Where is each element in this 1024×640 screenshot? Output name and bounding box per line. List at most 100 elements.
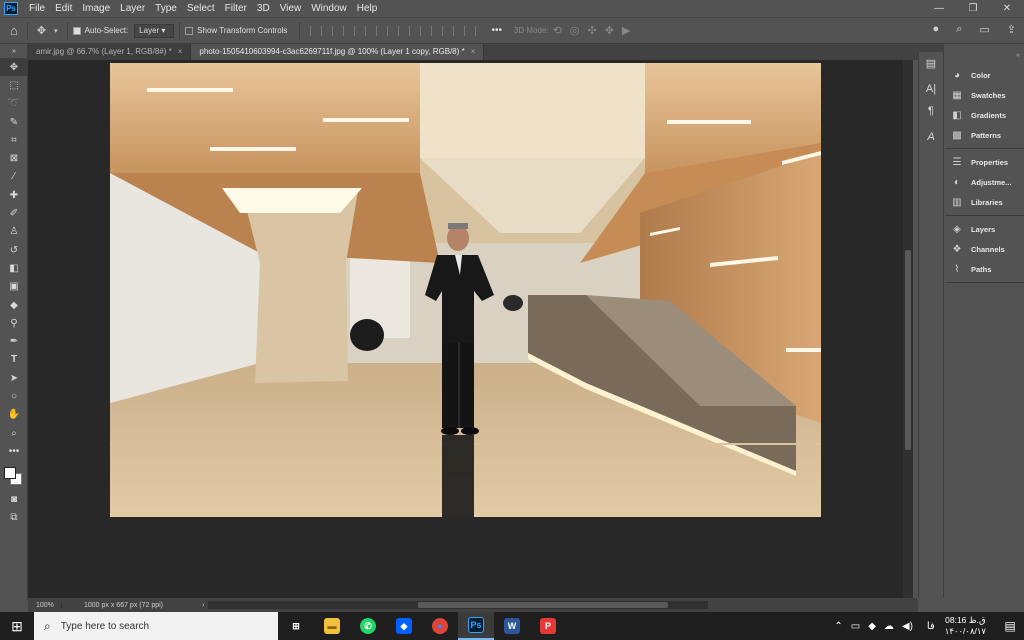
zoom-level[interactable]: 100% bbox=[28, 601, 62, 609]
horizontal-scroll-thumb[interactable] bbox=[418, 602, 668, 608]
foreground-color-swatch[interactable] bbox=[4, 466, 16, 479]
frame-tool-icon[interactable]: ⊠ bbox=[0, 149, 28, 167]
dropbox-tray-icon[interactable]: ◆ bbox=[868, 621, 876, 632]
menu-select[interactable]: Select bbox=[182, 0, 220, 17]
3d-camera-icon[interactable]: ▶ bbox=[622, 24, 630, 37]
pen-tool-icon[interactable]: ✒ bbox=[0, 332, 28, 350]
close-button[interactable]: ✕ bbox=[990, 0, 1024, 17]
volume-icon[interactable]: ◀) bbox=[902, 621, 913, 632]
screen-mode-icon[interactable]: ⧉ bbox=[0, 509, 28, 527]
collapse-panels-icon[interactable]: « bbox=[945, 52, 1024, 62]
3d-slide-icon[interactable]: ✥ bbox=[605, 24, 614, 37]
tab-amir[interactable]: amir.jpg @ 66.7% (Layer 1, RGB/8#) * × bbox=[28, 44, 192, 60]
auto-select-checkbox[interactable] bbox=[72, 26, 81, 35]
3d-orbit-icon[interactable]: ⟲ bbox=[553, 24, 562, 37]
distribute-spacing-icon[interactable] bbox=[464, 25, 477, 36]
distribute-icon[interactable] bbox=[442, 25, 455, 36]
clock[interactable]: 08:16 ق.ظ ۱۴۰۰/۰۸/۱۷ bbox=[945, 615, 986, 637]
quick-select-tool-icon[interactable]: ✎ bbox=[0, 113, 28, 131]
align-center-icon[interactable] bbox=[332, 25, 345, 36]
zoom-tool-icon[interactable]: ⌕ bbox=[0, 424, 28, 442]
restore-button[interactable]: ❐ bbox=[956, 0, 990, 17]
panel-adjustments[interactable]: ◐ Adjustme... bbox=[945, 172, 1024, 192]
clone-stamp-icon[interactable]: ♙ bbox=[0, 223, 28, 241]
menu-3d[interactable]: 3D bbox=[252, 0, 275, 17]
close-icon[interactable]: × bbox=[178, 47, 183, 56]
panel-libraries[interactable]: ▥ Libraries bbox=[945, 192, 1024, 212]
user-icon[interactable]: ● bbox=[933, 23, 940, 36]
marquee-tool-icon[interactable]: ⬚ bbox=[0, 76, 28, 94]
psiphon-icon[interactable]: P bbox=[530, 612, 566, 640]
type-tool-icon[interactable]: T bbox=[0, 351, 28, 369]
notifications-icon[interactable]: ▤ bbox=[996, 619, 1024, 633]
chrome-icon[interactable]: ● bbox=[422, 612, 458, 640]
menu-layer[interactable]: Layer bbox=[115, 0, 150, 17]
collapse-arrows-icon[interactable]: » bbox=[0, 44, 28, 58]
hand-tool-icon[interactable]: ✋ bbox=[0, 406, 28, 424]
eraser-tool-icon[interactable]: ◧ bbox=[0, 259, 28, 277]
word-icon[interactable]: W bbox=[494, 612, 530, 640]
workspace-icon[interactable]: ▭ bbox=[979, 23, 989, 36]
brush-tool-icon[interactable]: ✐ bbox=[0, 204, 28, 222]
eyedropper-tool-icon[interactable]: ⁄ bbox=[0, 168, 28, 186]
align-left-icon[interactable] bbox=[310, 25, 323, 36]
history-icon[interactable]: ▤ bbox=[919, 52, 943, 74]
vertical-scroll-thumb[interactable] bbox=[905, 250, 911, 450]
onedrive-icon[interactable]: ☁ bbox=[884, 621, 894, 632]
dropbox-icon[interactable]: ◆ bbox=[386, 612, 422, 640]
panel-swatches[interactable]: ▦ Swatches bbox=[945, 85, 1024, 105]
path-select-icon[interactable]: ➤ bbox=[0, 369, 28, 387]
auto-select-target-dropdown[interactable]: Layer ▾ bbox=[134, 23, 175, 38]
edit-toolbar-icon[interactable]: ••• bbox=[0, 442, 28, 460]
menu-window[interactable]: Window bbox=[306, 0, 352, 17]
menu-edit[interactable]: Edit bbox=[50, 0, 77, 17]
align-bottom-icon[interactable] bbox=[420, 25, 433, 36]
move-tool-icon[interactable]: ✥ bbox=[0, 58, 28, 77]
history-brush-icon[interactable]: ↺ bbox=[0, 241, 28, 259]
whatsapp-icon[interactable]: ✆ bbox=[350, 612, 386, 640]
character-icon[interactable]: A| bbox=[919, 78, 943, 100]
chevron-down-icon[interactable]: ▾ bbox=[54, 27, 58, 35]
panel-channels[interactable]: ❖ Channels bbox=[945, 239, 1024, 259]
panel-patterns[interactable]: ▩ Patterns bbox=[945, 125, 1024, 145]
chevron-right-icon[interactable]: › bbox=[202, 602, 204, 609]
chevron-up-icon[interactable]: ⌃ bbox=[834, 621, 842, 632]
menu-file[interactable]: File bbox=[24, 0, 50, 17]
file-explorer-icon[interactable]: ▬ bbox=[314, 612, 350, 640]
blur-tool-icon[interactable]: ◆ bbox=[0, 296, 28, 314]
3d-roll-icon[interactable]: ◎ bbox=[570, 24, 580, 37]
vertical-scrollbar[interactable] bbox=[903, 60, 913, 598]
quick-mask-icon[interactable]: ◙ bbox=[0, 491, 28, 509]
search-icon[interactable]: ⌕ bbox=[956, 23, 962, 36]
home-icon[interactable]: ⌂ bbox=[10, 23, 18, 38]
minimize-button[interactable]: — bbox=[922, 0, 956, 17]
menu-help[interactable]: Help bbox=[352, 0, 383, 17]
horizontal-scrollbar[interactable] bbox=[208, 601, 708, 609]
panel-layers[interactable]: ◈ Layers bbox=[945, 219, 1024, 239]
align-top-icon[interactable] bbox=[376, 25, 389, 36]
panel-properties[interactable]: ☰ Properties bbox=[945, 152, 1024, 172]
network-icon[interactable]: ▭ bbox=[851, 621, 860, 632]
close-icon[interactable]: × bbox=[471, 47, 476, 56]
move-tool-icon[interactable]: ✥ bbox=[37, 24, 46, 37]
taskbar-search-box[interactable]: ⌕ Type here to search bbox=[34, 612, 278, 640]
glyphs-icon[interactable]: A bbox=[919, 126, 943, 148]
panel-color[interactable]: ◕ Color bbox=[945, 65, 1024, 85]
gradient-tool-icon[interactable]: ▣ bbox=[0, 278, 28, 296]
tab-photo[interactable]: photo-1505410603994-c3ac6269711f.jpg @ 1… bbox=[191, 44, 485, 60]
more-options-button[interactable]: ••• bbox=[491, 25, 502, 36]
task-view-icon[interactable]: ⊞ bbox=[278, 612, 314, 640]
canvas-area[interactable] bbox=[28, 60, 906, 598]
photoshop-taskbar-icon[interactable]: Ps bbox=[458, 612, 494, 640]
menu-filter[interactable]: Filter bbox=[220, 0, 252, 17]
panel-paths[interactable]: ⌇ Paths bbox=[945, 259, 1024, 279]
ellipse-tool-icon[interactable]: ○ bbox=[0, 387, 28, 405]
lasso-tool-icon[interactable]: ➰ bbox=[0, 95, 28, 113]
menu-image[interactable]: Image bbox=[77, 0, 115, 17]
paragraph-icon[interactable]: ¶ bbox=[919, 100, 943, 122]
dodge-tool-icon[interactable]: ⚲ bbox=[0, 314, 28, 332]
menu-type[interactable]: Type bbox=[150, 0, 182, 17]
menu-view[interactable]: View bbox=[275, 0, 307, 17]
show-transform-checkbox[interactable] bbox=[185, 26, 194, 35]
panel-gradients[interactable]: ◧ Gradients bbox=[945, 105, 1024, 125]
